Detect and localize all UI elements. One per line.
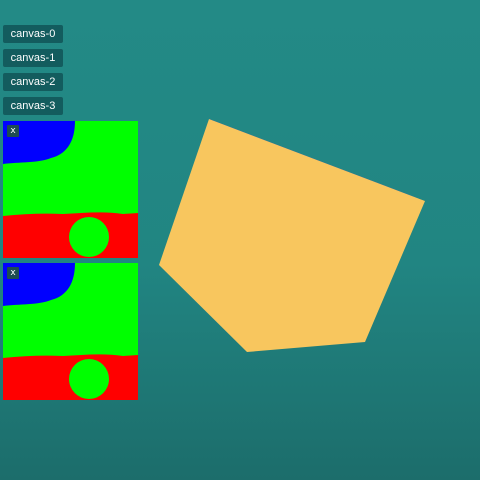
cube-render-canvas[interactable] [0, 0, 480, 480]
